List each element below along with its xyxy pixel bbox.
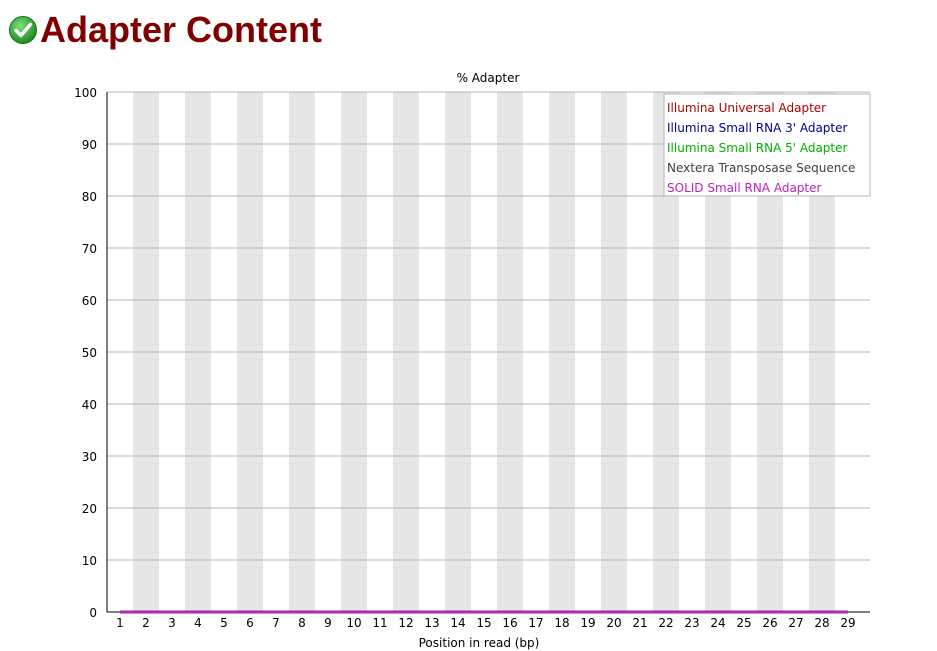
adapter-content-chart: 01020304050607080901001 2 3 4 5 6 7 8 9 10 11 12 13 1…: [74, 71, 871, 650]
x-tick-label: 22: [658, 616, 673, 630]
y-tick-label: 20: [82, 502, 97, 516]
y-tick-label: 90: [82, 138, 97, 152]
y-tick-label: 70: [82, 242, 97, 256]
x-tick-label: 13: [424, 616, 439, 630]
x-tick-label: 25: [736, 616, 751, 630]
y-tick-label: 0: [89, 606, 97, 620]
x-tick-label: 23: [684, 616, 699, 630]
y-tick-label: 40: [82, 398, 97, 412]
legend-entry: Illumina Small RNA 3' Adapter: [667, 121, 848, 135]
x-tick-label: 27: [788, 616, 803, 630]
x-tick-label: 19: [580, 616, 595, 630]
legend-entry: Illumina Universal Adapter: [667, 101, 826, 115]
x-tick-label: 20: [606, 616, 621, 630]
x-tick-label: 1: [116, 616, 124, 630]
y-tick-label: 100: [74, 86, 97, 100]
x-axis-label: Position in read (bp): [419, 636, 540, 650]
x-tick-label: 17: [528, 616, 543, 630]
x-tick-label: 5: [220, 616, 228, 630]
x-tick-label: 11: [372, 616, 387, 630]
x-tick-label: 29: [840, 616, 855, 630]
y-tick-label: 10: [82, 554, 97, 568]
x-tick-label: 28: [814, 616, 829, 630]
y-tick-label: 80: [82, 190, 97, 204]
x-tick-label: 26: [762, 616, 777, 630]
x-tick-label: 12: [398, 616, 413, 630]
legend-entry: Nextera Transposase Sequence: [667, 161, 855, 175]
x-tick-label: 7: [272, 616, 280, 630]
x-tick-label: 9: [324, 616, 332, 630]
x-tick-label: 2: [142, 616, 150, 630]
x-tick-label: 24: [710, 616, 725, 630]
y-tick-label: 50: [82, 346, 97, 360]
x-tick-label: 3: [168, 616, 176, 630]
x-tick-label: 16: [502, 616, 517, 630]
x-tick-label: 21: [632, 616, 647, 630]
x-tick-label: 14: [450, 616, 465, 630]
x-tick-label: 8: [298, 616, 306, 630]
y-tick-label: 60: [82, 294, 97, 308]
legend-entry: Illumina Small RNA 5' Adapter: [667, 141, 848, 155]
chart-title: % Adapter: [457, 71, 520, 85]
x-tick-label: 15: [476, 616, 491, 630]
legend-entry: SOLID Small RNA Adapter: [667, 181, 821, 195]
y-tick-label: 30: [82, 450, 97, 464]
x-tick-label: 6: [246, 616, 254, 630]
x-tick-label: 10: [346, 616, 361, 630]
x-tick-label: 4: [194, 616, 202, 630]
x-tick-label: 18: [554, 616, 569, 630]
